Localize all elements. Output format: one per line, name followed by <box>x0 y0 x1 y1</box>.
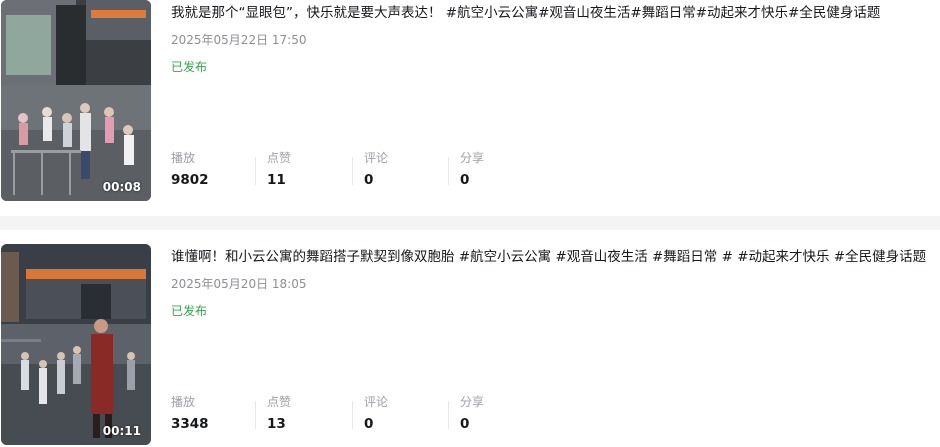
stat-value: 13 <box>267 416 286 432</box>
video-thumbnail[interactable]: 00:11 <box>1 244 151 445</box>
stat-plays: 播放 3348 <box>171 394 209 434</box>
thumbnail-image <box>1 244 151 445</box>
video-title[interactable]: 我就是那个“显眼包”，快乐就是要大声表达！ #航空小云公寓#观音山夜生活#舞蹈日… <box>171 4 940 22</box>
stat-divider <box>448 157 449 185</box>
stat-divider <box>255 401 256 429</box>
video-thumbnail[interactable]: 00:08 <box>1 0 151 201</box>
stat-label: 分享 <box>460 395 485 409</box>
video-card[interactable]: 00:11 谁懂啊！和小云公寓的舞蹈搭子默契到像双胞胎 #航空小云公寓 #观音山… <box>0 244 940 446</box>
stat-shares: 分享 0 <box>460 150 484 190</box>
stat-label: 点赞 <box>267 395 292 409</box>
stat-value: 0 <box>460 172 470 188</box>
stat-divider <box>352 157 353 185</box>
stat-label: 分享 <box>460 151 485 165</box>
stat-divider <box>352 401 353 429</box>
stat-likes: 点赞 13 <box>267 394 291 434</box>
status-badge: 已发布 <box>171 60 208 74</box>
stat-label: 评论 <box>364 395 389 409</box>
video-title[interactable]: 谁懂啊！和小云公寓的舞蹈搭子默契到像双胞胎 #航空小云公寓 #观音山夜生活 #舞… <box>171 248 940 266</box>
video-card[interactable]: 00:08 我就是那个“显眼包”，快乐就是要大声表达！ #航空小云公寓#观音山夜… <box>0 0 940 202</box>
stat-value: 11 <box>267 172 286 188</box>
stat-value: 9802 <box>171 172 209 188</box>
stat-label: 播放 <box>171 151 196 165</box>
stat-shares: 分享 0 <box>460 394 484 434</box>
publish-time: 2025年05月22日 17:50 <box>171 33 307 47</box>
stat-plays: 播放 9802 <box>171 150 209 190</box>
stat-value: 0 <box>460 416 470 432</box>
stat-comments: 评论 0 <box>364 150 388 190</box>
stat-divider <box>255 157 256 185</box>
stat-comments: 评论 0 <box>364 394 388 434</box>
card-separator <box>0 216 940 230</box>
video-list: 00:08 我就是那个“显眼包”，快乐就是要大声表达！ #航空小云公寓#观音山夜… <box>0 0 940 447</box>
thumbnail-image <box>1 0 151 201</box>
stat-label: 评论 <box>364 151 389 165</box>
stat-divider <box>448 401 449 429</box>
stat-value: 0 <box>364 416 374 432</box>
stat-value: 0 <box>364 172 374 188</box>
stat-value: 3348 <box>171 416 209 432</box>
video-duration: 00:11 <box>102 424 141 438</box>
stat-label: 播放 <box>171 395 196 409</box>
status-badge: 已发布 <box>171 304 208 318</box>
publish-time: 2025年05月20日 18:05 <box>171 277 307 291</box>
video-duration: 00:08 <box>102 180 141 194</box>
stat-likes: 点赞 11 <box>267 150 291 190</box>
stat-label: 点赞 <box>267 151 292 165</box>
